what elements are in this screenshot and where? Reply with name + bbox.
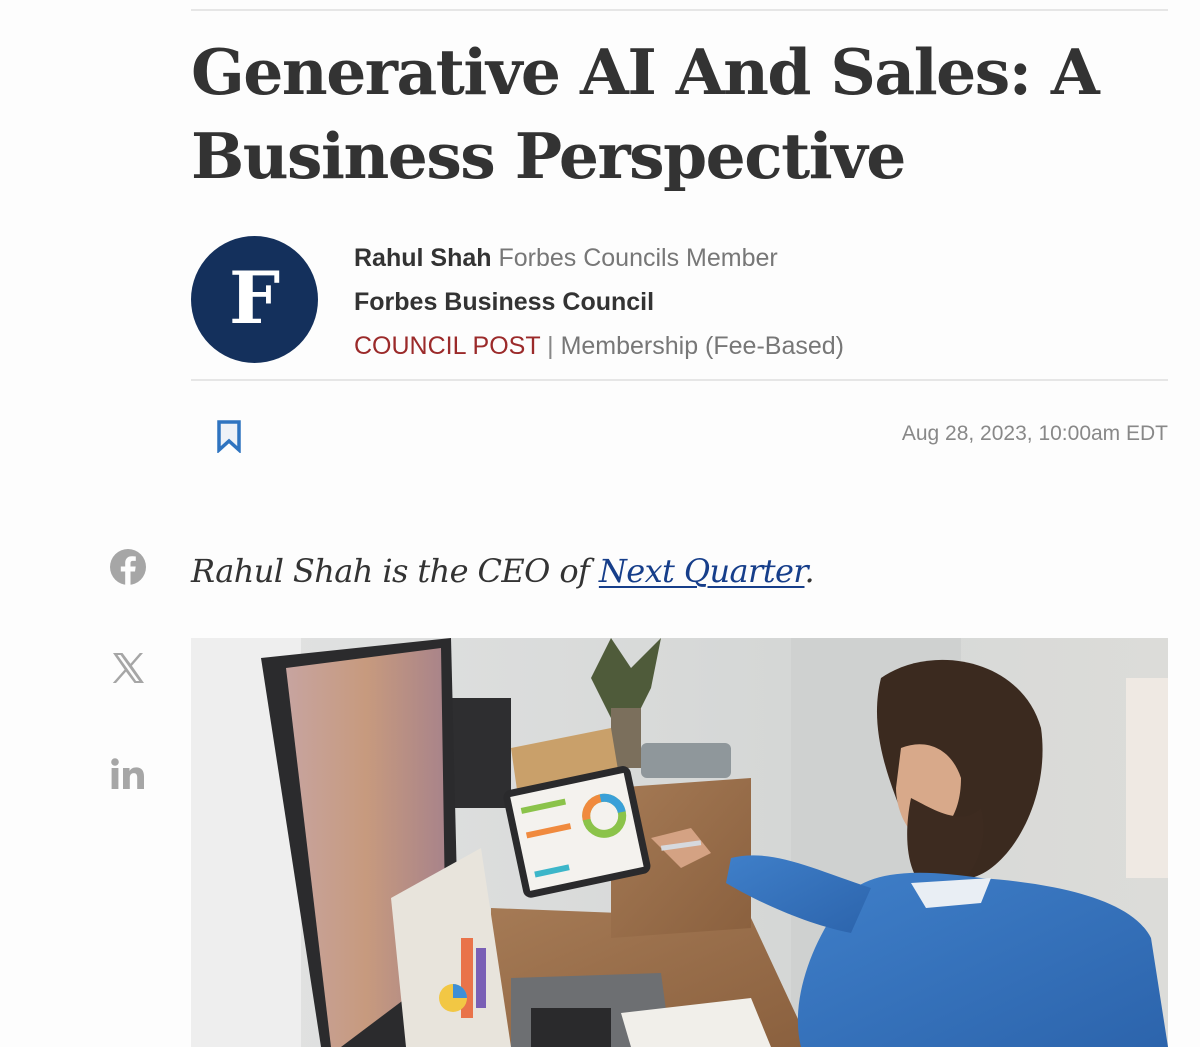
author-avatar[interactable]: F (191, 236, 318, 363)
separator: | (547, 332, 554, 360)
author-role: Forbes Councils Member (498, 244, 778, 272)
author-divider (191, 379, 1168, 381)
top-divider (191, 9, 1168, 11)
publish-date: Aug 28, 2023, 10:00am EDT (901, 422, 1168, 445)
company-link[interactable]: Next Quarter (599, 552, 805, 590)
article-headline: Generative AI And Sales: A Business Pers… (191, 35, 1100, 193)
bookmark-button[interactable] (214, 419, 244, 454)
council-line: Forbes Business Council (354, 280, 844, 324)
intro-prefix: Rahul Shah is the CEO of (191, 552, 599, 590)
bookmark-icon (217, 420, 241, 454)
share-x-button[interactable] (106, 646, 150, 690)
linkedin-icon (111, 758, 144, 789)
forbes-logo-letter: F (228, 254, 281, 340)
share-facebook-button[interactable] (106, 545, 150, 589)
council-post-label[interactable]: COUNCIL POST (354, 332, 540, 360)
facebook-icon (110, 549, 146, 585)
hero-image (191, 638, 1168, 1047)
author-name[interactable]: Rahul Shah (354, 244, 492, 272)
council-name[interactable]: Forbes Business Council (354, 288, 654, 316)
author-info: Rahul Shah Forbes Councils Member Forbes… (354, 236, 844, 368)
hero-photo (191, 638, 1168, 1047)
intro-suffix: . (804, 552, 815, 590)
author-byline: Rahul Shah Forbes Councils Member (354, 236, 844, 280)
post-type-line: COUNCIL POST | Membership (Fee-Based) (354, 324, 844, 368)
x-icon (112, 653, 144, 683)
author-block: F Rahul Shah Forbes Councils Member Forb… (191, 236, 1168, 364)
share-linkedin-button[interactable] (106, 752, 150, 796)
membership-label: Membership (Fee-Based) (560, 332, 844, 360)
author-intro: Rahul Shah is the CEO of Next Quarter. (191, 546, 815, 596)
